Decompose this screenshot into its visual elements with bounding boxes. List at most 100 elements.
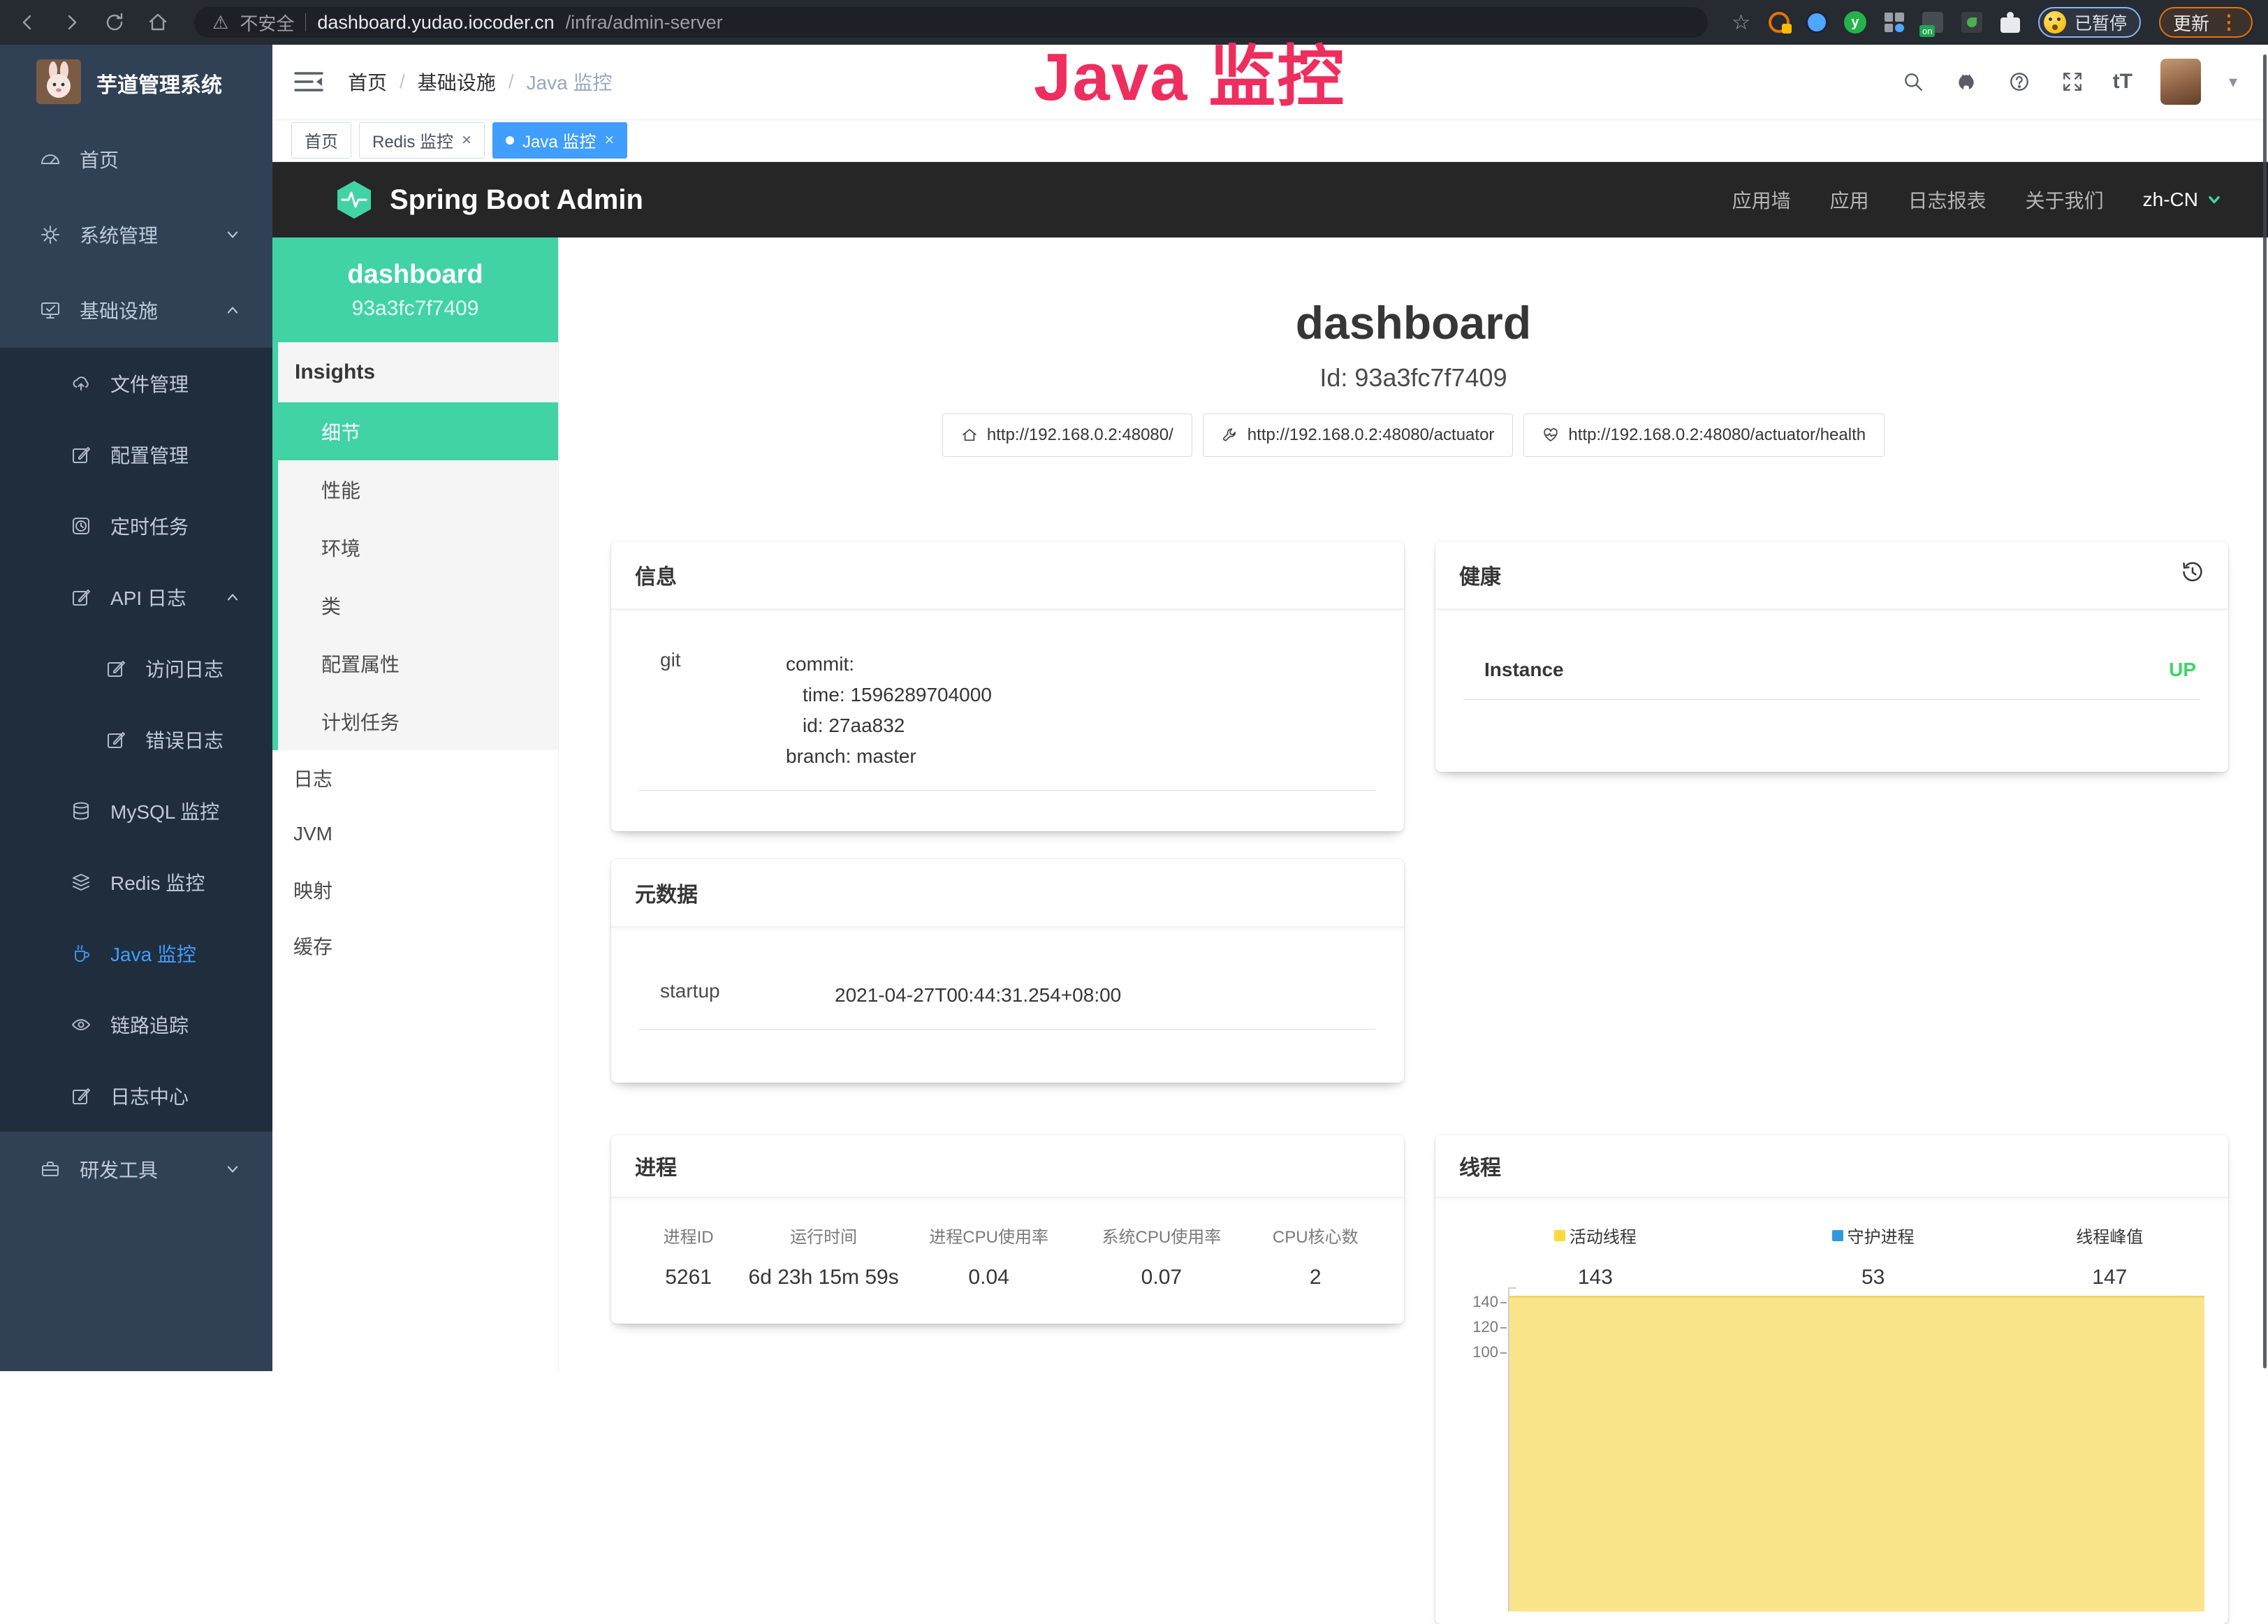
profile-paused-chip[interactable]: 已暂停 (2038, 7, 2141, 38)
sidebar-item-java[interactable]: Java 监控 (0, 918, 272, 989)
app-logo-row[interactable]: 芋道管理系统 (0, 45, 272, 122)
sba-instance-header[interactable]: dashboard 93a3fc7f7409 (272, 237, 558, 342)
extension-pin-icon[interactable] (1808, 13, 1826, 31)
metadata-card: 元数据 startup 2021-04-27T00:44:31.254+08:0… (611, 859, 1404, 1083)
extensions-puzzle-icon[interactable] (2000, 17, 2020, 33)
sba-item-logs[interactable]: 日志 (272, 750, 558, 806)
sidebar-item-config[interactable]: 配置管理 (0, 419, 272, 490)
service-url-link[interactable]: http://192.168.0.2:48080/ (942, 414, 1192, 457)
sba-nav-wallboard[interactable]: 应用墙 (1732, 186, 1791, 214)
sidebar-item-access-log[interactable]: 访问日志 (0, 633, 272, 704)
startup-label: startup (660, 980, 835, 1002)
breadcrumb-separator (509, 71, 514, 93)
sba-nav-journal[interactable]: 日志报表 (1908, 186, 1987, 214)
extension-on-icon[interactable] (1922, 12, 1943, 33)
sba-item-metrics[interactable]: 性能 (278, 460, 558, 518)
address-bar[interactable]: ⚠ 不安全 dashboard.yudao.iocoder.cn/infra/a… (194, 7, 1708, 38)
browser-update-button[interactable]: 更新 ⋮ (2159, 7, 2253, 38)
sba-insights-group: Insights 细节 性能 环境 类 配置属性 计划任务 (272, 342, 558, 750)
sidebar-collapse-icon[interactable] (293, 69, 324, 94)
schedule-clock-icon (70, 515, 92, 537)
process-col-uptime: 运行时间 6d 23h 15m 59s (745, 1223, 902, 1289)
threads-peak-stat: 线程峰值 147 (2012, 1223, 2208, 1289)
sidebar-item-job[interactable]: 定时任务 (0, 490, 272, 562)
annotation-java-monitor: Java 监控 (1034, 22, 1345, 119)
info-card: 信息 git commit: time: 1596289704000 id: 2… (611, 541, 1404, 831)
browser-menu-kebab-icon[interactable]: ⋮ (2219, 13, 2239, 32)
log-pencil-icon (70, 1085, 92, 1107)
heartbeat-icon (1542, 427, 1559, 444)
help-question-icon[interactable] (2007, 69, 2032, 94)
profile-avatar-emoji (2044, 11, 2066, 34)
tab-java-monitor[interactable]: Java 监控 × (492, 122, 627, 159)
sba-item-mappings[interactable]: 映射 (272, 862, 558, 918)
breadcrumb-home[interactable]: 首页 (348, 68, 387, 96)
sba-item-scheduled-tasks[interactable]: 计划任务 (278, 692, 558, 750)
breadcrumb-separator (400, 71, 405, 93)
page-title: dashboard (559, 296, 2268, 349)
bookmark-star-icon[interactable]: ☆ (1732, 10, 1750, 35)
sba-nav-about[interactable]: 关于我们 (2026, 186, 2104, 214)
sba-main-content: dashboard Id: 93a3fc7f7409 http://192.16… (559, 237, 2268, 1371)
breadcrumb-infra[interactable]: 基础设施 (418, 68, 496, 96)
tab-redis-monitor[interactable]: Redis 监控 × (359, 122, 485, 159)
sba-brand[interactable]: Spring Boot Admin (334, 180, 643, 220)
sba-item-details[interactable]: 细节 (272, 402, 558, 460)
sidebar-item-mysql[interactable]: MySQL 监控 (0, 775, 272, 847)
browser-home-icon[interactable] (145, 10, 170, 35)
update-label: 更新 (2173, 10, 2209, 36)
extension-refresh-icon[interactable] (1769, 12, 1790, 33)
process-card-body: 进程ID 5261 运行时间 6d 23h 15m 59s 进程CPU使用率 0… (611, 1198, 1404, 1289)
process-col-system-cpu: 系统CPU使用率 0.07 (1075, 1223, 1248, 1289)
process-col-pid: 进程ID 5261 (632, 1223, 745, 1289)
sidebar-item-home[interactable]: 首页 (0, 122, 272, 197)
extension-leaf-icon[interactable] (1961, 12, 1982, 33)
tab-home[interactable]: 首页 (291, 122, 351, 159)
layers-icon (70, 871, 92, 893)
legend-daemon-threads-swatch (1832, 1230, 1843, 1241)
address-divider (305, 13, 306, 31)
sidebar-item-redis[interactable]: Redis 监控 (0, 847, 272, 918)
sba-item-jvm[interactable]: JVM (272, 806, 558, 862)
extension-grid-icon[interactable] (1885, 13, 1904, 32)
sidebar-item-dev-tools[interactable]: 研发工具 (0, 1132, 272, 1207)
browser-reload-icon[interactable] (102, 10, 127, 35)
extension-y-icon[interactable]: y (1844, 11, 1866, 34)
history-icon[interactable] (2181, 560, 2204, 590)
close-icon[interactable]: × (604, 132, 614, 149)
sba-item-environment[interactable]: 环境 (278, 518, 558, 576)
sidebar-item-infra[interactable]: 基础设施 (0, 272, 272, 348)
font-size-icon[interactable]: tT (2113, 70, 2132, 94)
chevron-up-icon (224, 588, 242, 606)
browser-back-icon[interactable] (15, 10, 41, 35)
app-logo (36, 59, 81, 108)
page-scrollbar[interactable] (2263, 54, 2267, 1368)
browser-forward-icon[interactable] (59, 10, 84, 35)
sidebar-item-log-center[interactable]: 日志中心 (0, 1060, 272, 1132)
avatar-caret-down-icon[interactable]: ▾ (2229, 72, 2237, 92)
threads-area-chart: 140 120 100 (1461, 1283, 2209, 1611)
search-icon[interactable] (1901, 69, 1926, 94)
health-url-link[interactable]: http://192.168.0.2:48080/actuator/health (1523, 414, 1885, 457)
process-card: 进程 进程ID 5261 运行时间 6d 23h 15m 59s 进程CPU使用… (611, 1135, 1404, 1324)
startup-row: startup 2021-04-27T00:44:31.254+08:00 (639, 980, 1376, 1030)
sidebar-item-trace[interactable]: 链路追踪 (0, 989, 272, 1060)
sidebar-item-api-log[interactable]: API 日志 (0, 562, 272, 633)
sba-item-config-props[interactable]: 配置属性 (278, 634, 558, 692)
user-avatar[interactable] (2160, 59, 2201, 105)
database-icon (70, 800, 92, 822)
github-icon[interactable] (1954, 69, 1979, 94)
close-icon[interactable]: × (462, 132, 471, 149)
sidebar-item-error-log[interactable]: 错误日志 (0, 704, 272, 775)
sba-item-classes[interactable]: 类 (278, 576, 558, 634)
active-tab-dot (506, 136, 514, 145)
sba-instance-sidebar: dashboard 93a3fc7f7409 Insights 细节 性能 环境… (272, 237, 559, 1371)
fullscreen-icon[interactable] (2060, 69, 2085, 94)
sba-item-caches[interactable]: 缓存 (272, 918, 558, 974)
profile-paused-label: 已暂停 (2075, 10, 2127, 35)
sba-nav-applications[interactable]: 应用 (1830, 186, 1869, 214)
sidebar-item-system[interactable]: 系统管理 (0, 197, 272, 272)
sba-locale-select[interactable]: zh-CN (2143, 189, 2223, 211)
sidebar-item-file[interactable]: 文件管理 (0, 348, 272, 419)
actuator-url-link[interactable]: http://192.168.0.2:48080/actuator (1203, 414, 1514, 457)
